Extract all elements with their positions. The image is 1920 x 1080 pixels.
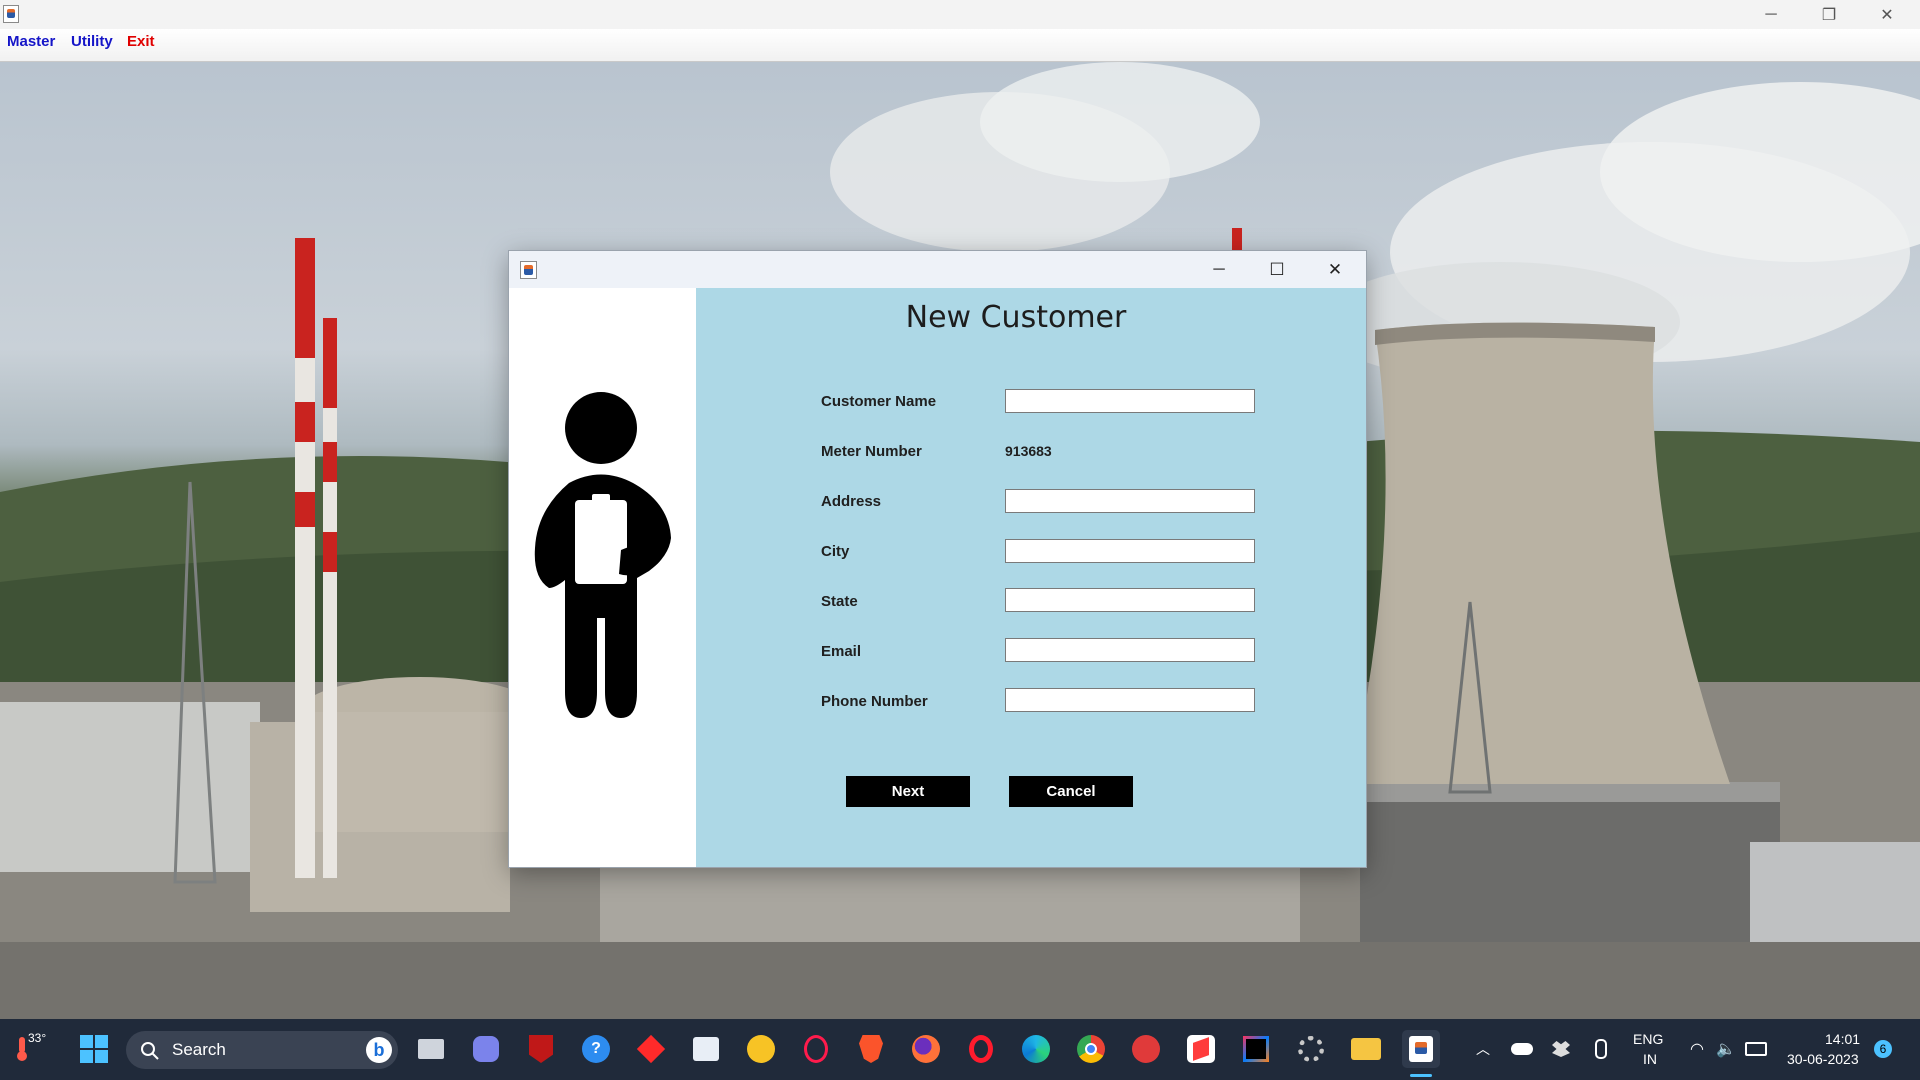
dialog-minimize-button[interactable]: ─	[1190, 251, 1248, 288]
restore-button[interactable]: ❐	[1800, 0, 1858, 29]
email-label: Email	[821, 643, 862, 660]
minimize-button[interactable]: ─	[1742, 0, 1800, 29]
brave-icon[interactable]	[852, 1030, 890, 1068]
menu-bar: Master Utility Exit	[0, 29, 1920, 62]
maximize-icon: ☐	[1269, 259, 1285, 279]
meter-number-label: Meter Number	[821, 443, 922, 460]
dialog-heading: New Customer	[905, 300, 1127, 335]
taskbar-search-box[interactable]: Search b	[126, 1031, 398, 1069]
menu-master[interactable]: Master	[7, 33, 55, 50]
dropbox-icon[interactable]	[1542, 1030, 1580, 1068]
customer-name-input[interactable]	[1005, 389, 1255, 413]
bing-icon[interactable]: b	[366, 1037, 392, 1063]
email-input[interactable]	[1005, 638, 1255, 662]
yellow-circle-app-icon[interactable]	[742, 1030, 780, 1068]
restore-icon: ❐	[1821, 6, 1837, 24]
close-icon: ✕	[1327, 259, 1343, 279]
minimize-icon: ─	[1213, 260, 1225, 278]
file-explorer-icon[interactable]	[1347, 1030, 1385, 1068]
sublime-icon[interactable]	[1182, 1030, 1220, 1068]
intellij-icon[interactable]	[1237, 1030, 1275, 1068]
city-input[interactable]	[1005, 539, 1255, 563]
new-customer-dialog: ─ ☐ ✕ New Customer Customer Name Meter N…	[509, 251, 1366, 867]
menu-exit[interactable]: Exit	[127, 33, 155, 50]
mcafee-icon[interactable]	[522, 1030, 560, 1068]
java-app-icon	[3, 5, 19, 23]
settings-gear-icon[interactable]	[1292, 1030, 1330, 1068]
meter-number-value: 913683	[1005, 443, 1052, 459]
notification-badge[interactable]: 6	[1874, 1040, 1892, 1058]
region-indicator: IN	[1643, 1051, 1657, 1067]
close-icon: ✕	[1880, 6, 1894, 24]
firefox-icon[interactable]	[907, 1030, 945, 1068]
cancel-button[interactable]: Cancel	[1009, 776, 1133, 807]
teams-chat-icon[interactable]	[467, 1030, 505, 1068]
main-window-titlebar: ─ ❐ ✕	[0, 0, 1920, 29]
phone-number-input[interactable]	[1005, 688, 1255, 712]
java-taskbar-icon[interactable]	[1402, 1030, 1440, 1068]
dialog-close-button[interactable]: ✕	[1306, 251, 1364, 288]
customer-name-label: Customer Name	[821, 393, 937, 410]
store-icon[interactable]	[687, 1030, 725, 1068]
battery-icon[interactable]	[1737, 1030, 1775, 1068]
customer-form-panel: New Customer Customer Name Meter Number …	[696, 288, 1366, 867]
minimize-icon: ─	[1765, 5, 1777, 23]
next-button[interactable]: Next	[846, 776, 970, 807]
opera-gx-icon[interactable]	[797, 1030, 835, 1068]
close-button[interactable]: ✕	[1858, 0, 1916, 29]
state-label: State	[821, 593, 858, 610]
search-placeholder: Search	[172, 1040, 226, 1059]
edge-icon[interactable]	[1017, 1030, 1055, 1068]
taskbar: 33° Search b ? ︿ ENG IN ◠ 🔈 14:01 30-06-…	[0, 1019, 1920, 1080]
customer-person-icon	[534, 392, 671, 718]
language-indicator[interactable]: ENG	[1633, 1031, 1663, 1047]
help-icon[interactable]: ?	[577, 1030, 615, 1068]
phone-number-label: Phone Number	[821, 693, 928, 710]
task-view-icon[interactable]	[412, 1030, 450, 1068]
microphone-icon[interactable]	[1582, 1030, 1620, 1068]
menu-utility[interactable]: Utility	[71, 33, 113, 50]
red-circle-app-icon[interactable]	[1127, 1030, 1165, 1068]
customer-illustration-panel	[509, 288, 696, 867]
opera-icon[interactable]	[962, 1030, 1000, 1068]
address-input[interactable]	[1005, 489, 1255, 513]
city-label: City	[821, 543, 850, 560]
search-icon	[141, 1042, 159, 1060]
dialog-titlebar: ─ ☐ ✕	[509, 251, 1366, 288]
address-label: Address	[821, 493, 882, 510]
java-app-icon	[520, 261, 537, 279]
clock-time[interactable]: 14:01	[1825, 1031, 1860, 1047]
clock-date[interactable]: 30-06-2023	[1787, 1051, 1859, 1067]
windows-start-icon[interactable]	[75, 1030, 113, 1068]
weather-temp: 33°	[28, 1031, 47, 1045]
active-app-indicator	[1410, 1074, 1432, 1077]
onedrive-icon[interactable]	[1503, 1030, 1541, 1068]
dialog-maximize-button[interactable]: ☐	[1248, 251, 1306, 288]
chevron-up-icon[interactable]: ︿	[1464, 1030, 1502, 1068]
chrome-icon[interactable]	[1072, 1030, 1110, 1068]
state-input[interactable]	[1005, 588, 1255, 612]
red-diamond-app-icon[interactable]	[632, 1030, 670, 1068]
